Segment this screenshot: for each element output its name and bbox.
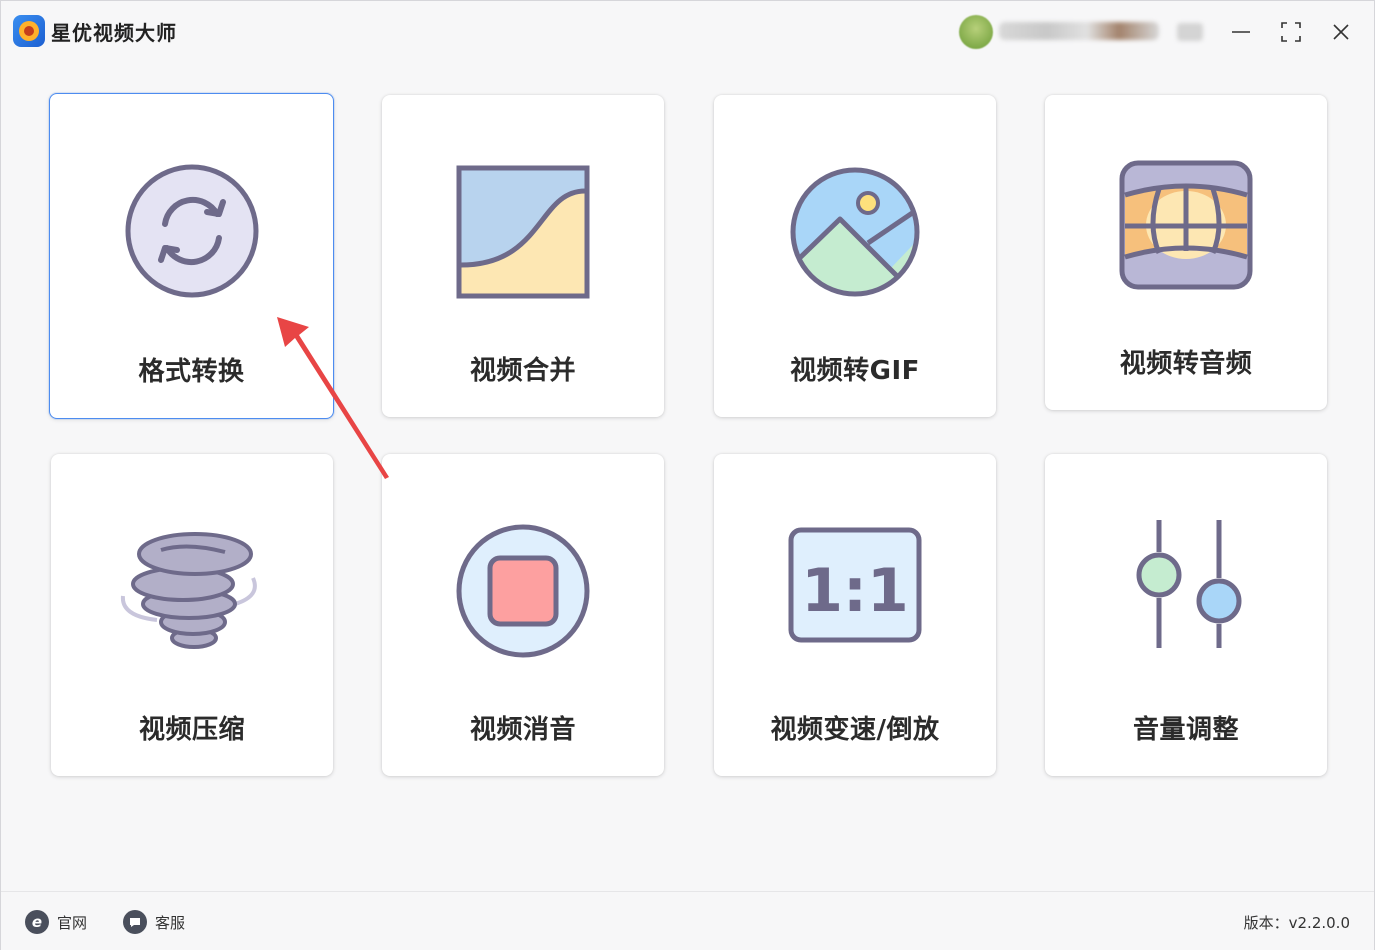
feature-label: 视频转音频 (1119, 349, 1253, 379)
compress-icon (120, 532, 257, 649)
feature-label: 格式转换 (138, 357, 245, 387)
audio-icon (1119, 160, 1253, 290)
convert-icon (125, 164, 258, 298)
app-logo-icon (13, 15, 45, 47)
user-avatar[interactable] (959, 15, 993, 49)
support-label: 客服 (155, 913, 186, 932)
feature-card-video-to-gif[interactable]: 视频转GIF (714, 95, 996, 417)
ratio-text: 1:1 (801, 556, 909, 626)
title-bar: 星优视频大师 (1, 1, 1374, 61)
feature-card-video-speed-reverse[interactable]: 1:1 视频变速/倒放 (714, 454, 996, 776)
feature-card-format-convert[interactable]: 格式转换 (49, 93, 334, 419)
close-button[interactable] (1323, 15, 1359, 49)
feature-label: 视频合并 (469, 356, 576, 386)
version-text: 版本：v2.2.0.0 (1243, 914, 1350, 932)
user-menu-blurred[interactable] (1177, 23, 1203, 41)
feature-card-video-mute[interactable]: 视频消音 (382, 454, 664, 776)
feature-card-video-compress[interactable]: 视频压缩 (51, 454, 333, 776)
user-name-blurred[interactable] (999, 22, 1159, 40)
volume-icon (1136, 520, 1242, 648)
feature-label: 音量调整 (1132, 715, 1239, 745)
speed-icon: 1:1 (788, 527, 922, 643)
minimize-icon (1232, 31, 1250, 33)
feature-card-volume-adjust[interactable]: 音量调整 (1045, 454, 1327, 776)
merge-icon (456, 165, 590, 299)
feature-label: 视频消音 (469, 715, 576, 745)
mute-icon (456, 524, 590, 658)
app-title: 星优视频大师 (51, 21, 177, 45)
feature-label: 视频压缩 (138, 715, 245, 745)
close-icon (1333, 24, 1349, 40)
image-gif-icon (790, 167, 920, 297)
minimize-button[interactable] (1223, 15, 1259, 49)
website-link[interactable]: e 官网 (25, 910, 87, 934)
feature-card-video-to-audio[interactable]: 视频转音频 (1045, 95, 1327, 410)
maximize-icon (1281, 22, 1301, 42)
feature-label: 视频变速/倒放 (770, 715, 940, 745)
website-label: 官网 (57, 913, 88, 932)
support-link[interactable]: 客服 (123, 910, 185, 934)
app-window: 星优视频大师 格式转换 视频合并 视频转GIF 视频转音频 视频压缩 视频消音 … (0, 0, 1375, 950)
feature-label: 视频转GIF (790, 356, 920, 386)
maximize-button[interactable] (1273, 15, 1309, 49)
feature-card-video-merge[interactable]: 视频合并 (382, 95, 664, 417)
footer: e 官网 客服 版本：v2.2.0.0 (1, 891, 1374, 950)
chat-bubble-icon (123, 910, 147, 934)
website-e-icon: e (25, 910, 49, 934)
